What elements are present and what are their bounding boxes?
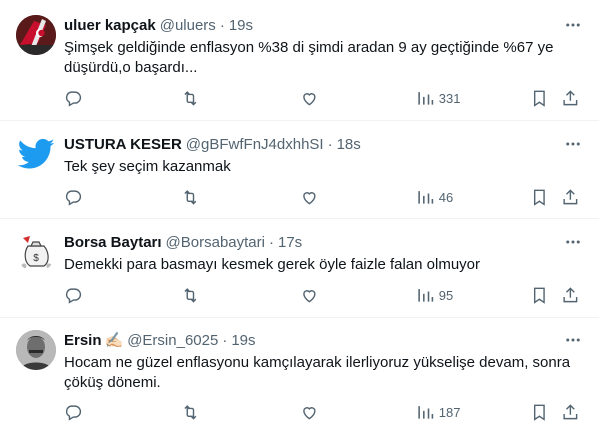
retweet-icon: [184, 405, 197, 420]
tweet[interactable]: $ Borsa Baytarı @Borsabaytari · 17s Deme…: [0, 219, 599, 318]
separator-dot: ·: [222, 331, 228, 349]
share-button[interactable]: [561, 403, 580, 422]
share-button[interactable]: [561, 188, 580, 207]
tweet-text: Şimşek geldiğinde enflasyon %38 di şimdi…: [64, 39, 554, 76]
views-button[interactable]: 187: [416, 403, 460, 422]
display-name[interactable]: uluer kapçak: [64, 17, 156, 34]
separator-dot: ·: [327, 135, 333, 153]
reply-icon: [65, 190, 82, 206]
reply-button[interactable]: [64, 403, 83, 422]
views-button[interactable]: 46: [416, 188, 453, 207]
views-button[interactable]: 331: [416, 89, 460, 108]
views-chart-icon: [418, 406, 434, 419]
reply-icon: [65, 288, 82, 304]
like-button[interactable]: [300, 188, 319, 207]
views-count: 46: [438, 189, 454, 205]
share-button[interactable]: [561, 89, 580, 108]
timestamp[interactable]: 19s: [231, 332, 255, 349]
tweet[interactable]: USTURA KESER @gBFwfFnJ4dxhhSI · 18s Tek …: [0, 121, 599, 219]
tweet-actions: 95: [64, 286, 583, 306]
separator-dot: ·: [268, 233, 274, 251]
bookmark-button[interactable]: [530, 286, 549, 305]
display-name[interactable]: Borsa Baytarı: [64, 234, 162, 251]
bookmark-button[interactable]: [530, 403, 549, 422]
user-handle[interactable]: @Borsabaytari: [166, 234, 265, 251]
share-icon: [563, 287, 578, 303]
bookmark-icon: [533, 90, 545, 107]
tweet-text: Tek şey seçim kazanmak: [64, 158, 231, 175]
tweet[interactable]: uluer kapçak @uluers · 19s Şimşek geldiğ…: [0, 0, 599, 121]
views-button[interactable]: 95: [416, 286, 453, 305]
reply-icon: [65, 91, 82, 107]
heart-icon: [303, 407, 316, 420]
user-handle[interactable]: @uluers: [160, 17, 216, 34]
user-handle[interactable]: @gBFwfFnJ4dxhhSI: [186, 136, 324, 153]
retweet-icon: [184, 190, 197, 205]
tweet-text: Hocam ne güzel enflasyonu kamçılayarak i…: [64, 354, 571, 391]
tweet-text: Demekki para basmayı kesmek gerek öyle f…: [64, 256, 481, 273]
reply-icon: [65, 405, 82, 421]
retweet-button[interactable]: [181, 89, 200, 108]
tweet-actions: 187: [64, 403, 583, 423]
share-icon: [563, 90, 578, 106]
writing-hand-emoji: ✍🏻: [104, 332, 124, 349]
retweet-icon: [184, 91, 197, 106]
views-chart-icon: [418, 289, 434, 302]
views-count: 187: [438, 404, 461, 420]
display-name[interactable]: Ersin: [64, 332, 102, 349]
like-button[interactable]: [300, 89, 319, 108]
tweet-header: Borsa Baytarı @Borsabaytari · 17s: [64, 232, 302, 252]
like-button[interactable]: [300, 403, 319, 422]
tweet[interactable]: Ersin ✍🏻 @Ersin_6025 · 19s Hocam ne güze…: [0, 318, 599, 435]
share-button[interactable]: [561, 286, 580, 305]
bookmark-button[interactable]: [530, 89, 549, 108]
retweet-button[interactable]: [181, 403, 200, 422]
retweet-icon: [184, 288, 197, 303]
more-options-icon[interactable]: [563, 134, 583, 154]
tweet-actions: 46: [64, 188, 583, 208]
retweet-button[interactable]: [181, 286, 200, 305]
retweet-button[interactable]: [181, 188, 200, 207]
bookmark-icon: [533, 189, 545, 206]
display-name[interactable]: USTURA KESER: [64, 136, 182, 153]
bookmark-icon: [533, 287, 545, 304]
views-count: 95: [438, 287, 454, 303]
tweet-actions: 331: [64, 89, 583, 109]
reply-button[interactable]: [64, 286, 83, 305]
timestamp[interactable]: 18s: [337, 136, 361, 153]
user-handle[interactable]: @Ersin_6025: [127, 332, 218, 349]
reply-button[interactable]: [64, 89, 83, 108]
more-options-icon[interactable]: [563, 330, 583, 350]
flag-avatar[interactable]: [16, 15, 56, 55]
more-options-icon[interactable]: [563, 232, 583, 252]
separator-dot: ·: [219, 16, 225, 34]
heart-icon: [303, 93, 316, 106]
views-chart-icon: [418, 92, 434, 105]
bookmark-icon: [533, 404, 545, 421]
svg-text:$: $: [33, 253, 39, 264]
timestamp[interactable]: 17s: [278, 234, 302, 251]
heart-icon: [303, 290, 316, 303]
tweet-header: Ersin ✍🏻 @Ersin_6025 · 19s: [64, 330, 256, 350]
reply-button[interactable]: [64, 188, 83, 207]
share-icon: [563, 189, 578, 205]
views-count: 331: [438, 90, 461, 106]
timestamp[interactable]: 19s: [229, 17, 253, 34]
twitter-bird-avatar[interactable]: [16, 134, 56, 174]
like-button[interactable]: [300, 286, 319, 305]
timeline-feed: uluer kapçak @uluers · 19s Şimşek geldiğ…: [0, 0, 599, 435]
heart-icon: [303, 192, 316, 205]
bookmark-button[interactable]: [530, 188, 549, 207]
share-icon: [563, 404, 578, 420]
tweet-header: USTURA KESER @gBFwfFnJ4dxhhSI · 18s: [64, 134, 361, 154]
views-chart-icon: [418, 191, 434, 204]
tweet-header: uluer kapçak @uluers · 19s: [64, 15, 253, 35]
more-options-icon[interactable]: [563, 15, 583, 35]
person-photo-avatar[interactable]: [16, 330, 56, 370]
money-bag-avatar[interactable]: $: [16, 232, 56, 272]
